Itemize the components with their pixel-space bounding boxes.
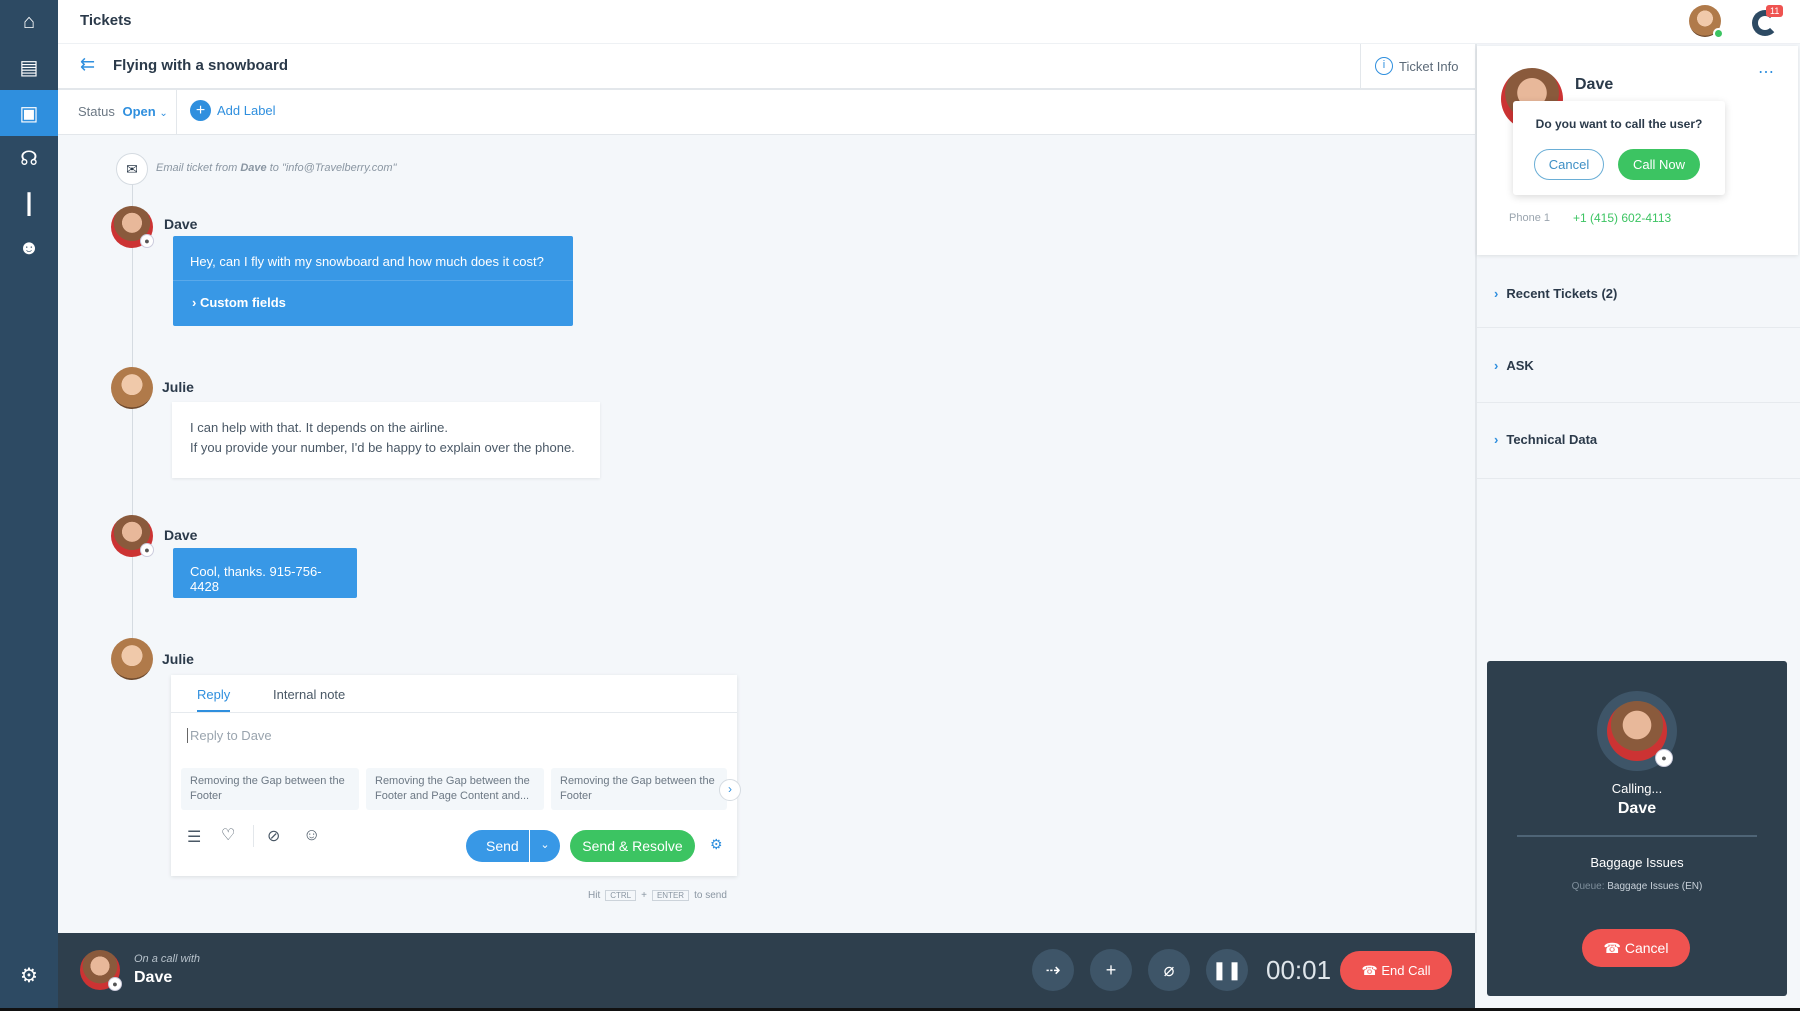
message-text: If you provide your number, I'd be happy… xyxy=(190,440,575,455)
attachment-icon[interactable]: ⊘ xyxy=(267,826,280,846)
section-recent-tickets[interactable]: › Recent Tickets (2) xyxy=(1494,286,1617,301)
settings-icon[interactable]: ⚙ xyxy=(0,953,58,997)
headset-icon[interactable]: ☊ xyxy=(0,136,58,180)
hang-up-icon: ☎ xyxy=(1361,963,1378,978)
tab-internal-note[interactable]: Internal note xyxy=(273,687,345,702)
ticket-status-bar: Status Open ⌄ + Add Label xyxy=(58,90,1477,135)
mute-microphone-icon[interactable]: ⌀ xyxy=(1148,949,1190,991)
gear-icon[interactable]: ⚙ xyxy=(710,836,723,853)
message-bubble: Hey, can I fly with my snowboard and how… xyxy=(173,236,573,326)
call-caption: On a call with xyxy=(134,953,201,965)
phone-label: Phone 1 xyxy=(1509,212,1550,224)
hang-up-icon: ☎ xyxy=(1603,940,1621,956)
user-icon: ● xyxy=(140,234,154,248)
info-icon: i xyxy=(1375,57,1393,75)
julie-avatar xyxy=(111,638,153,680)
call-contact-name: Dave xyxy=(134,969,173,986)
contact-card: Dave ⋯ Do you want to call the user? Can… xyxy=(1477,46,1798,255)
chevron-down-icon: ⌄ xyxy=(159,108,168,119)
message-author: Julie xyxy=(162,379,194,395)
ticket-info-label: Ticket Info xyxy=(1399,58,1459,74)
call-topic: Baggage Issues xyxy=(1590,855,1684,870)
calling-status: Calling... xyxy=(1611,781,1663,796)
contact-name: Dave xyxy=(1575,76,1614,93)
page-title: Tickets xyxy=(80,12,132,29)
custom-fields-toggle[interactable]: › Custom fields xyxy=(173,281,573,324)
timeline-line xyxy=(132,180,133,660)
reply-composer: Reply Internal note Reply to Dave Removi… xyxy=(171,675,741,876)
tab-reply[interactable]: Reply xyxy=(197,687,231,712)
call-now-button[interactable]: Call Now xyxy=(1618,149,1700,180)
popup-question: Do you want to call the user? xyxy=(1535,117,1703,131)
templates-icon[interactable]: ☰ xyxy=(187,827,201,847)
send-shortcut-hint: Hit CTRL + ENTER to send xyxy=(588,890,727,901)
suggestion-card[interactable]: Removing the Gap between the Footer xyxy=(551,768,727,810)
send-and-resolve-button[interactable]: Send & Resolve xyxy=(570,830,695,862)
calling-card: ● Calling... Dave Baggage Issues Queue: … xyxy=(1487,661,1787,996)
user-icon: ● xyxy=(140,543,154,557)
plus-icon: + xyxy=(190,100,211,121)
call-timer: 00:01 xyxy=(1266,955,1332,985)
message-author: Julie xyxy=(162,651,194,667)
status-dropdown[interactable]: Status Open ⌄ xyxy=(78,104,168,119)
queue-info: Queue: Baggage Issues (EN) xyxy=(1571,881,1703,892)
ticket-subject: Flying with a snowboard xyxy=(113,57,289,74)
message-bubble: Cool, thanks. 915-756-4428 xyxy=(173,548,357,598)
status-label: Status xyxy=(78,104,115,119)
ticket-subject-bar: ⇇ Flying with a snowboard i Ticket Info xyxy=(58,44,1477,90)
email-ticket-note: Email ticket from Dave to "info@Travelbe… xyxy=(156,162,397,174)
section-ask[interactable]: › ASK xyxy=(1494,358,1534,373)
add-participant-icon[interactable]: + xyxy=(1090,949,1132,991)
favorite-icon[interactable]: ♡ xyxy=(221,825,235,845)
user-icon: ● xyxy=(108,977,122,991)
message-bubble: I can help with that. It depends on the … xyxy=(172,402,600,478)
phone-number-link[interactable]: +1 (415) 602-4113 xyxy=(1573,211,1671,225)
chevron-right-icon[interactable]: › xyxy=(719,779,741,801)
top-bar: Tickets 11 xyxy=(58,0,1800,44)
sidebar: ⌂ ▤ ▣ ☊ ┃ ☻ ⚙ xyxy=(0,0,58,1011)
suggestion-card[interactable]: Removing the Gap between the Footer and P… xyxy=(366,768,544,810)
knowledge-base-icon[interactable]: ▤ xyxy=(0,45,58,89)
home-icon[interactable]: ⌂ xyxy=(0,0,58,44)
notification-badge: 11 xyxy=(1766,5,1784,17)
status-value: Open xyxy=(122,104,156,119)
collapse-list-icon[interactable]: ⇇ xyxy=(80,54,95,75)
call-bar: ● On a call with Dave xyxy=(58,933,1475,1008)
online-status-dot xyxy=(1713,28,1724,39)
cancel-calling-button[interactable]: ☎ Cancel xyxy=(1582,929,1690,967)
emoji-icon[interactable]: ☺ xyxy=(303,825,320,845)
reply-input[interactable]: Reply to Dave xyxy=(187,728,272,743)
cancel-call-button[interactable]: Cancel xyxy=(1534,149,1604,180)
message-author: Dave xyxy=(164,216,198,232)
end-call-button[interactable]: ☎ End Call xyxy=(1340,951,1452,990)
email-icon: ✉ xyxy=(116,153,148,185)
message-text: I can help with that. It depends on the … xyxy=(190,420,449,435)
caller-name: Dave xyxy=(1617,800,1657,817)
add-label-text: Add Label xyxy=(217,103,276,118)
suggestion-card[interactable]: Removing the Gap between the Footer xyxy=(181,768,359,810)
transfer-icon[interactable]: ⇢ xyxy=(1032,949,1074,991)
reports-icon[interactable]: ┃ xyxy=(0,182,58,226)
more-options-icon[interactable]: ⋯ xyxy=(1758,62,1774,82)
tickets-icon[interactable]: ▣ xyxy=(0,90,58,136)
julie-avatar xyxy=(111,367,153,409)
section-technical-data[interactable]: › Technical Data xyxy=(1494,432,1597,447)
user-icon: ● xyxy=(1655,749,1673,767)
call-confirm-popup: Do you want to call the user? Cancel Cal… xyxy=(1513,101,1725,195)
add-label-button[interactable]: + Add Label xyxy=(190,100,276,121)
ticket-info-button[interactable]: i Ticket Info xyxy=(1360,44,1477,88)
send-options-chevron-icon[interactable]: ⌄ xyxy=(529,830,560,862)
message-author: Dave xyxy=(164,527,198,543)
pause-icon[interactable]: ❚❚ xyxy=(1206,949,1248,991)
users-icon[interactable]: ☻ xyxy=(0,226,58,270)
message-text: Hey, can I fly with my snowboard and how… xyxy=(173,236,573,281)
